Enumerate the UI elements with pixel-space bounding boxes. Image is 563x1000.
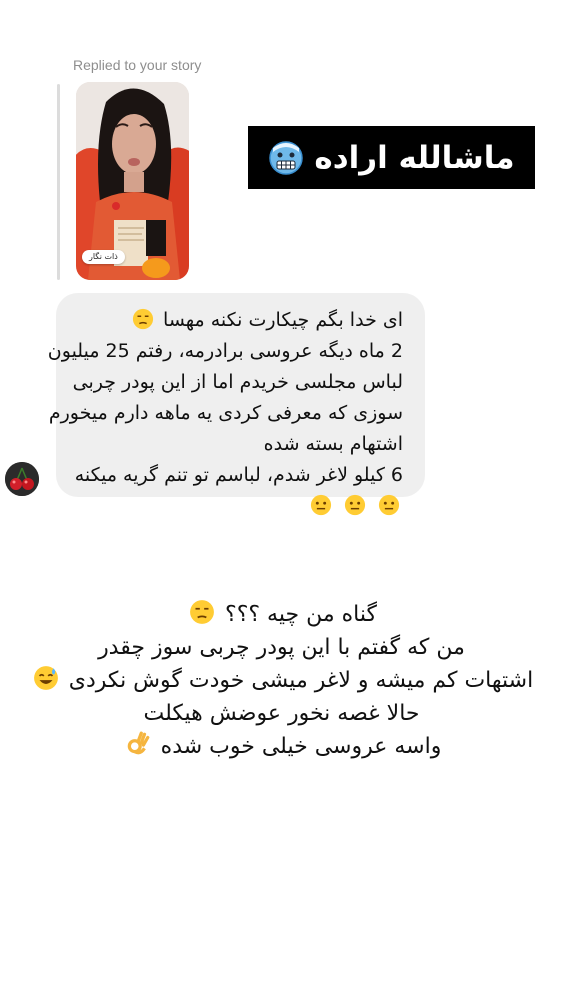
story-caption: ماشالله اراده: [248, 126, 535, 189]
replied-to-story-label: Replied to your story: [73, 57, 202, 73]
freezing-face-icon: [269, 140, 304, 175]
message-line: 6 کیلو لاغر شدم، لباسم تو تنم گریه میکنه: [74, 464, 403, 486]
message-line: ای خدا بگم چیکارت نکنه مهسا: [63, 305, 403, 336]
response-line: اشتهات کم میشه و لاغر میشی خودت گوش نکرد…: [0, 664, 563, 697]
reply-quote-bar: [57, 84, 60, 280]
response-line: حالا غصه نخور عوضش هیکلت: [143, 701, 420, 726]
story-response-text: گناه من چیه ؟؟؟ من که گفتم با این پودر چ…: [0, 598, 563, 763]
message-line: اشتهام بسته شده: [263, 433, 403, 455]
message-emoji-line: [63, 491, 403, 522]
neutral-face-icon: [344, 494, 366, 516]
neutral-face-icon: [310, 494, 331, 516]
ok-hand-icon: [127, 731, 150, 755]
sender-avatar[interactable]: [5, 462, 39, 496]
message-text: ای خدا بگم چیکارت نکنه مهسا 2 ماه دیگه ع…: [47, 305, 403, 522]
message-line: 2 ماه دیگه عروسی برادرمه، رفتم 25 میلیون: [47, 340, 403, 362]
message-bubble[interactable]: ای خدا بگم چیکارت نکنه مهسا 2 ماه دیگه ع…: [48, 293, 425, 516]
response-line: واسه عروسی خیلی خوب شده: [0, 730, 563, 763]
cherries-icon: [5, 462, 39, 496]
message-line: لباس مجلسی خریدم اما از این پودر چربی: [72, 371, 403, 393]
story-thumbnail[interactable]: ذات نگار: [76, 82, 189, 280]
unamused-face-icon: [132, 308, 154, 330]
story-chip: ذات نگار: [82, 250, 125, 264]
sweat-smile-icon: [33, 666, 58, 690]
unamused-face-icon: [190, 600, 214, 624]
response-line: من که گفتم با این پودر چربی سوز چقدر: [98, 635, 465, 660]
caption-text: ماشالله اراده: [314, 139, 515, 176]
neutral-face-icon: [378, 494, 400, 516]
response-line: گناه من چیه ؟؟؟: [0, 598, 563, 631]
message-line: سوزی که معرفی کردی یه ماهه دارم میخورم: [48, 402, 403, 424]
